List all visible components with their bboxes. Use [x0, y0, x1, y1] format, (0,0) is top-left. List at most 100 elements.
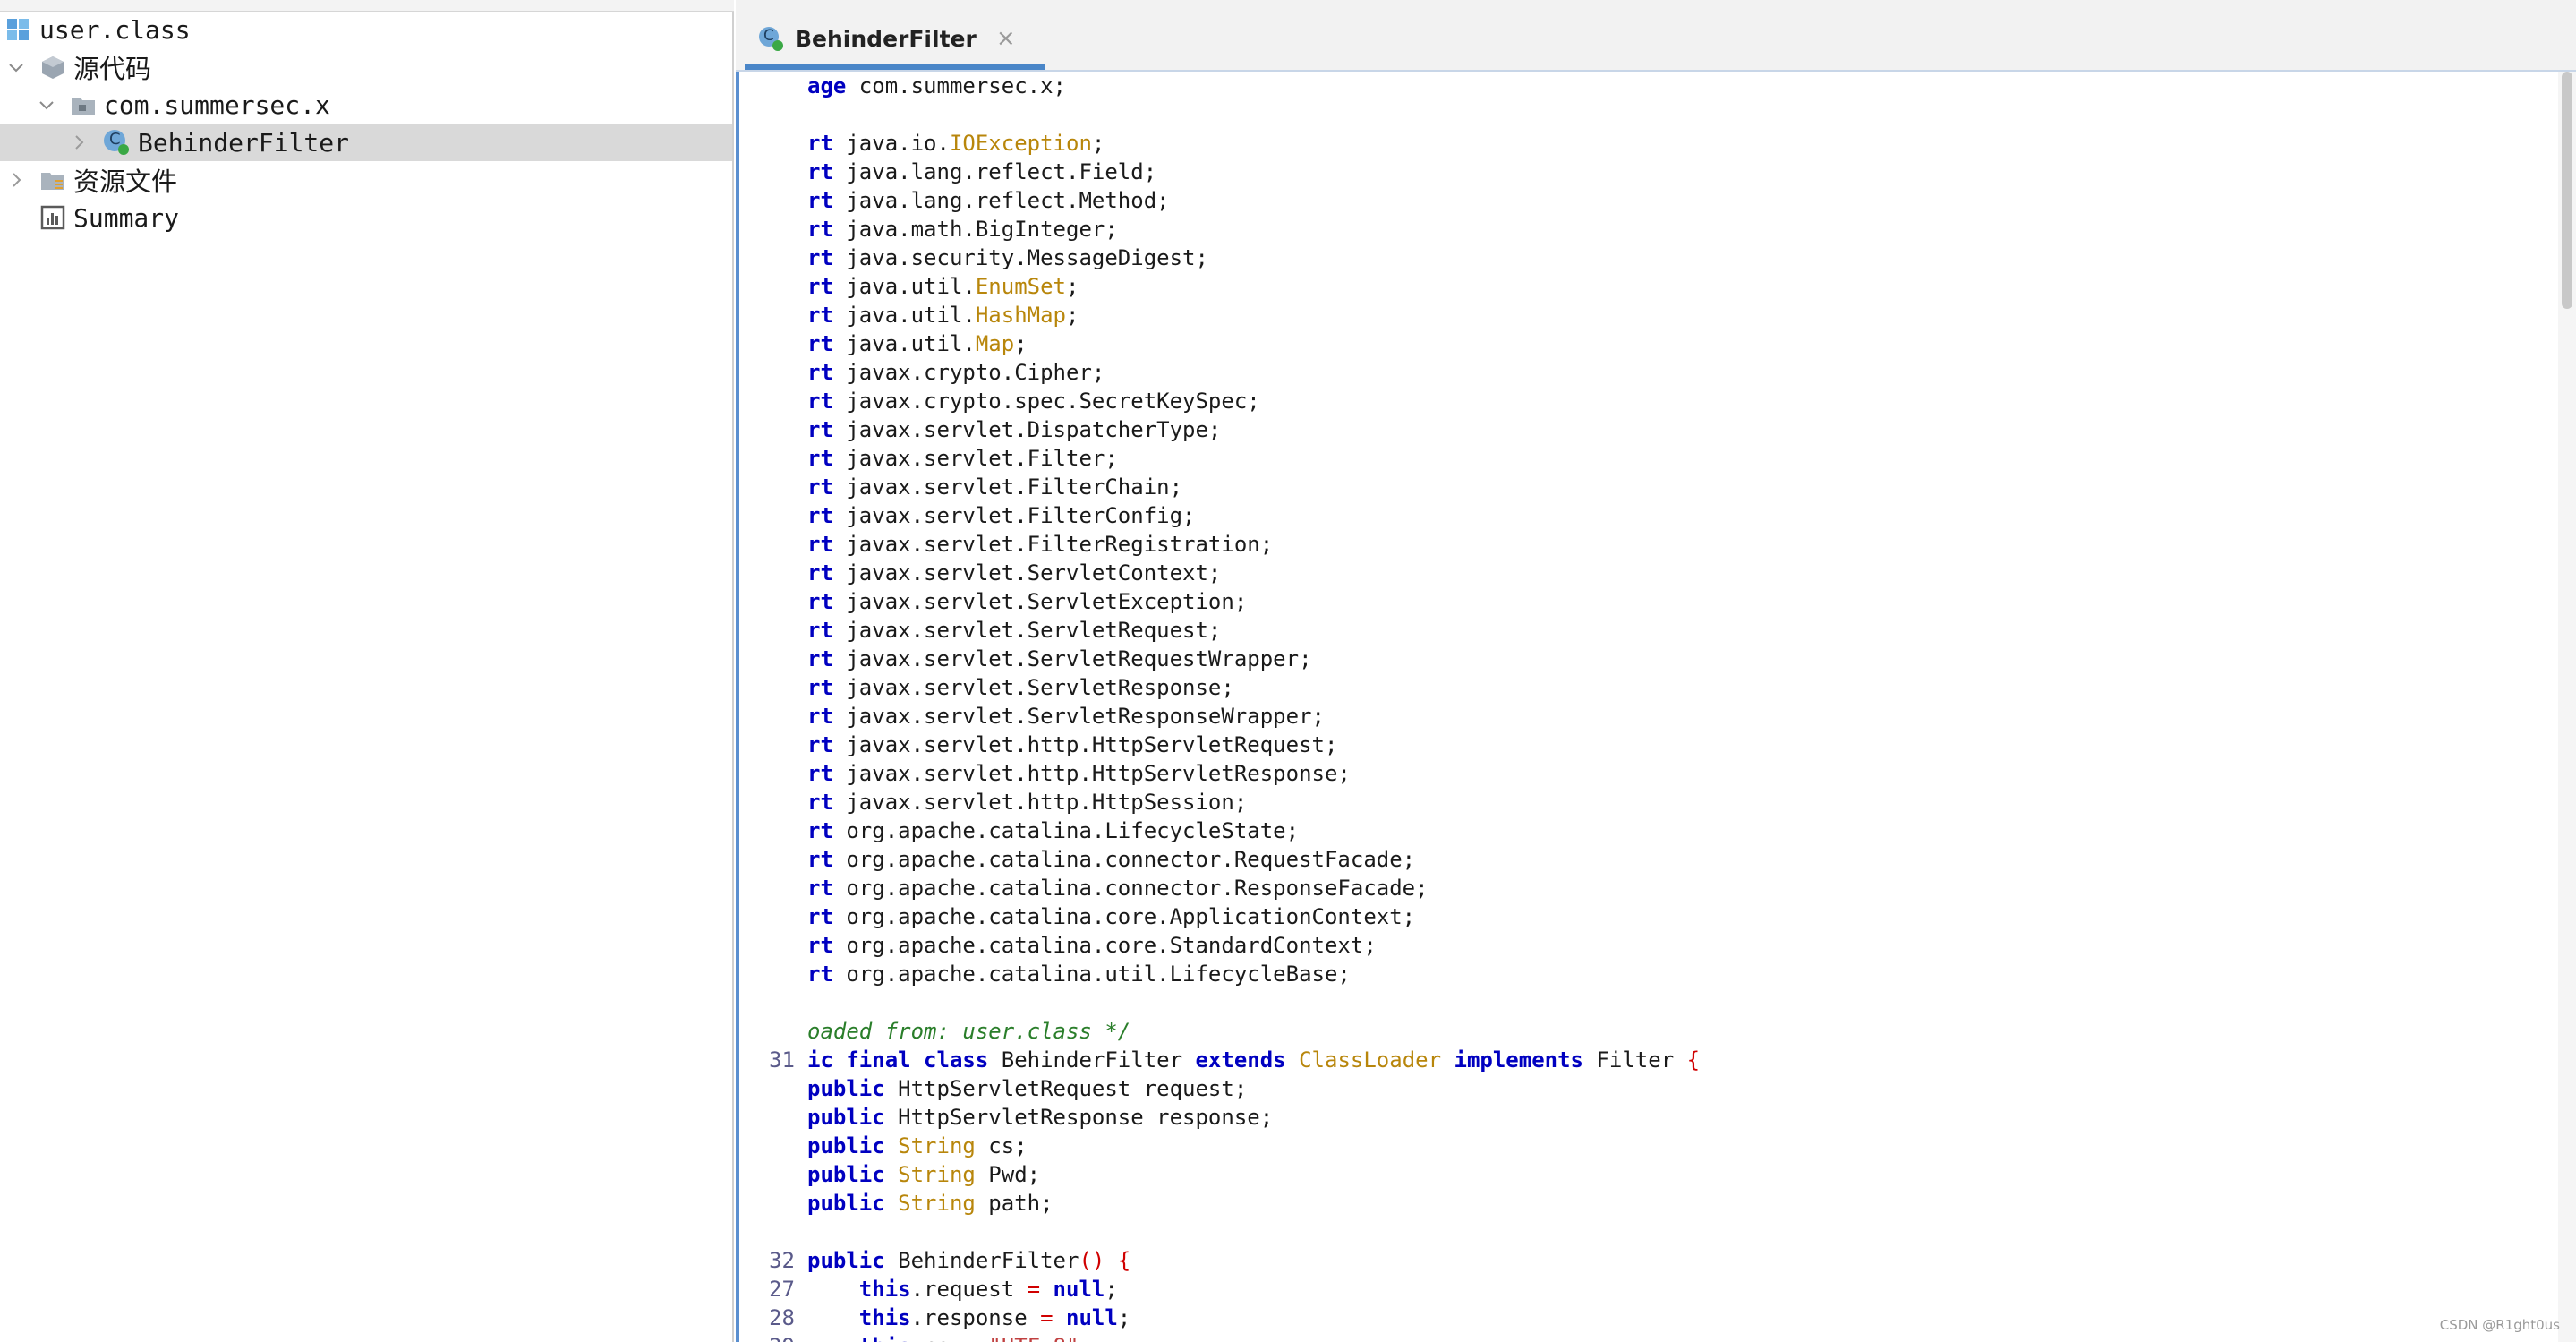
chevron-down-icon[interactable] [38, 96, 55, 114]
line-number [739, 731, 802, 759]
code-line: rt org.apache.catalina.util.LifecycleBas… [807, 960, 1700, 988]
tree-item-root[interactable]: user.class [0, 11, 732, 48]
code-token: org.apache.catalina.core.StandardContext… [832, 933, 1377, 958]
code-token: rt [807, 732, 833, 757]
code-token: HttpServletResponse response; [884, 1105, 1274, 1130]
code-token: ; [1079, 1334, 1091, 1342]
code-line: rt javax.crypto.Cipher; [807, 358, 1700, 387]
line-number [739, 72, 802, 100]
code-token: javax.servlet.FilterConfig; [832, 503, 1196, 528]
code-line: rt java.lang.reflect.Field; [807, 158, 1700, 186]
code-line: rt org.apache.catalina.LifecycleState; [807, 816, 1700, 845]
chevron-down-icon[interactable] [7, 58, 25, 76]
code-token: javax.servlet.ServletRequest; [832, 618, 1222, 643]
tree-item-class[interactable]: C BehinderFilter [0, 124, 732, 161]
code-line: rt java.util.EnumSet; [807, 272, 1700, 301]
code-token: rt [807, 876, 833, 901]
code-token: java.lang.reflect.Method; [832, 188, 1170, 213]
line-number [739, 673, 802, 702]
tab-badge-letter: C [763, 27, 774, 45]
code-token: String [898, 1162, 976, 1187]
code-token: rt [807, 159, 833, 184]
code-token: com.summersec.x; [846, 73, 1066, 98]
code-line: rt javax.servlet.FilterConfig; [807, 501, 1700, 530]
code-token: = [962, 1334, 975, 1342]
code-token: java.lang.reflect.Field; [832, 159, 1157, 184]
line-number [739, 702, 802, 731]
line-number: 29 [739, 1332, 802, 1342]
tree-item-package-label: com.summersec.x [104, 90, 330, 120]
code-token: rt [807, 675, 833, 700]
class-icon: C [757, 25, 784, 52]
code-token: public [807, 1162, 885, 1187]
class-badge-letter: C [109, 130, 121, 149]
line-number [739, 100, 802, 129]
chevron-right-icon[interactable] [70, 133, 88, 151]
code-token: () { [1079, 1248, 1131, 1273]
line-number [739, 960, 802, 988]
code-token: rt [807, 331, 833, 356]
line-number [739, 645, 802, 673]
code-line: age com.summersec.x; [807, 72, 1700, 100]
line-number-gutter: 31 32 27 28 29 [739, 72, 802, 1342]
code-token: public [807, 1248, 885, 1273]
code-token: null [1053, 1277, 1105, 1302]
vertical-scrollbar[interactable] [2558, 72, 2576, 1342]
code-token: rt [807, 417, 833, 442]
tree-item-package[interactable]: com.summersec.x [0, 86, 732, 124]
tree-item-summary-label: Summary [73, 202, 180, 233]
line-number [739, 272, 802, 301]
line-number [739, 988, 802, 1017]
code-token: javax.servlet.ServletContext; [832, 560, 1222, 586]
code-line: public String Pwd; [807, 1160, 1700, 1189]
code-token: this [858, 1305, 911, 1330]
code-token: javax.servlet.ServletException; [832, 589, 1248, 614]
code-line: rt javax.servlet.ServletException; [807, 587, 1700, 616]
code-token: rt [807, 589, 833, 614]
code-token: rt [807, 217, 833, 242]
line-number [739, 1103, 802, 1132]
line-number [739, 1074, 802, 1103]
tree-item-class-label: BehinderFilter [138, 127, 350, 158]
code-token: rt [807, 560, 833, 586]
line-number [739, 387, 802, 415]
code-token: java.io. [832, 131, 950, 156]
code-line: rt javax.servlet.ServletRequest; [807, 616, 1700, 645]
code-line: public String cs; [807, 1132, 1700, 1160]
code-token: oaded from: user.class */ [807, 1019, 1131, 1044]
scrollbar-thumb[interactable] [2562, 72, 2572, 309]
code-token: rt [807, 704, 833, 729]
tree-item-source[interactable]: 源代码 [0, 48, 732, 86]
code-token: rt [807, 188, 833, 213]
code-line: rt javax.servlet.DispatcherType; [807, 415, 1700, 444]
code-token: java.util. [832, 274, 976, 299]
tab-behinder-filter[interactable]: C BehinderFilter × [745, 13, 1045, 70]
code-token: path; [975, 1191, 1053, 1216]
code-token: rt [807, 474, 833, 500]
code-view[interactable]: 31 32 27 28 29 age com.summersec.x; rt java.… [736, 72, 2544, 1342]
code-line: rt org.apache.catalina.connector.Respons… [807, 874, 1700, 902]
line-number [739, 874, 802, 902]
tree-item-resources[interactable]: 资源文件 [0, 161, 732, 199]
code-line: rt javax.servlet.http.HttpSession; [807, 788, 1700, 816]
class-icon: C [102, 128, 131, 157]
chevron-right-icon[interactable] [7, 171, 25, 189]
tree-item-summary[interactable]: Summary [0, 199, 732, 236]
code-token: javax.servlet.Filter; [832, 446, 1118, 471]
line-number [739, 415, 802, 444]
code-token: rt [807, 933, 833, 958]
code-line: rt javax.servlet.ServletResponse; [807, 673, 1700, 702]
line-number [739, 158, 802, 186]
code-token: javax.servlet.ServletRequestWrapper; [832, 646, 1312, 671]
code-token: rt [807, 274, 833, 299]
code-token: org.apache.catalina.core.ApplicationCont… [832, 904, 1416, 929]
close-icon[interactable]: × [996, 25, 1016, 52]
code-token: public [807, 1133, 885, 1158]
code-token: rt [807, 532, 833, 557]
editor-tab-bar: C BehinderFilter × [736, 0, 2576, 72]
